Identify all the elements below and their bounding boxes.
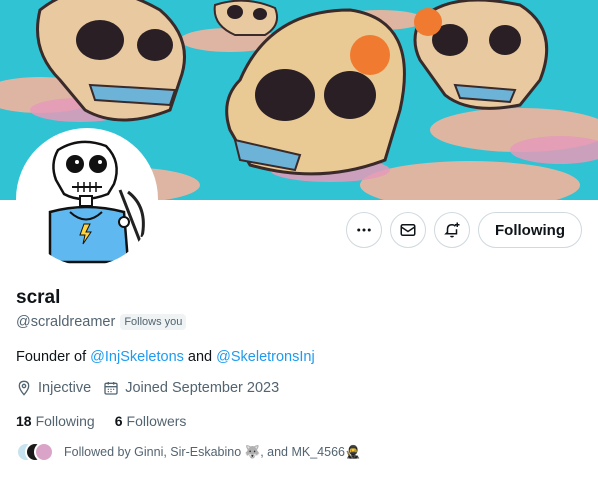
handle-row: @scraldreamer Follows you — [16, 314, 187, 330]
profile-meta: Injective Joined September 2023 — [16, 380, 291, 396]
following-label: Following — [35, 413, 95, 429]
location-pin-icon — [18, 380, 30, 396]
skeleton-avatar-image — [20, 132, 154, 266]
bell-plus-icon — [444, 222, 460, 238]
user-handle: @scraldreamer — [16, 314, 116, 330]
followers-label: Followers — [126, 413, 187, 429]
following-stat-link[interactable]: 18 Following — [16, 413, 95, 429]
display-name: scral — [16, 287, 61, 308]
profile-avatar[interactable] — [16, 128, 158, 270]
followers-count: 6 — [114, 413, 123, 429]
envelope-icon — [400, 224, 416, 236]
bio-text-prefix: Founder of — [16, 349, 91, 365]
more-button[interactable] — [346, 212, 382, 248]
more-icon — [357, 228, 371, 232]
bio-text-middle: and — [183, 349, 217, 365]
followed-by-avatars — [16, 442, 54, 462]
followed-by-row[interactable]: Followed by Ginni, Sir-Eskabino 🐺, and M… — [16, 442, 361, 462]
mini-avatar — [34, 442, 54, 462]
bio-mention-skeletronsinj[interactable]: @SkeletronsInj — [216, 349, 315, 365]
follow-stats: 18 Following 6 Followers — [16, 413, 206, 429]
location-item: Injective — [16, 380, 91, 396]
following-count: 18 — [16, 413, 32, 429]
following-button[interactable]: Following — [478, 212, 582, 248]
followed-by-text: Followed by Ginni, Sir-Eskabino 🐺, and M… — [64, 444, 361, 459]
followers-stat-link[interactable]: 6 Followers — [115, 413, 187, 429]
joined-text: Joined September 2023 — [125, 380, 280, 396]
joined-item: Joined September 2023 — [103, 380, 279, 396]
profile-bio: Founder of @InjSkeletons and @Skeletrons… — [16, 349, 315, 365]
bio-mention-injskeletons[interactable]: @InjSkeletons — [90, 349, 184, 365]
location-text: Injective — [38, 380, 92, 396]
calendar-icon — [104, 382, 118, 395]
follows-you-badge: Follows you — [120, 314, 187, 330]
notifications-button[interactable] — [434, 212, 470, 248]
message-button[interactable] — [390, 212, 426, 248]
